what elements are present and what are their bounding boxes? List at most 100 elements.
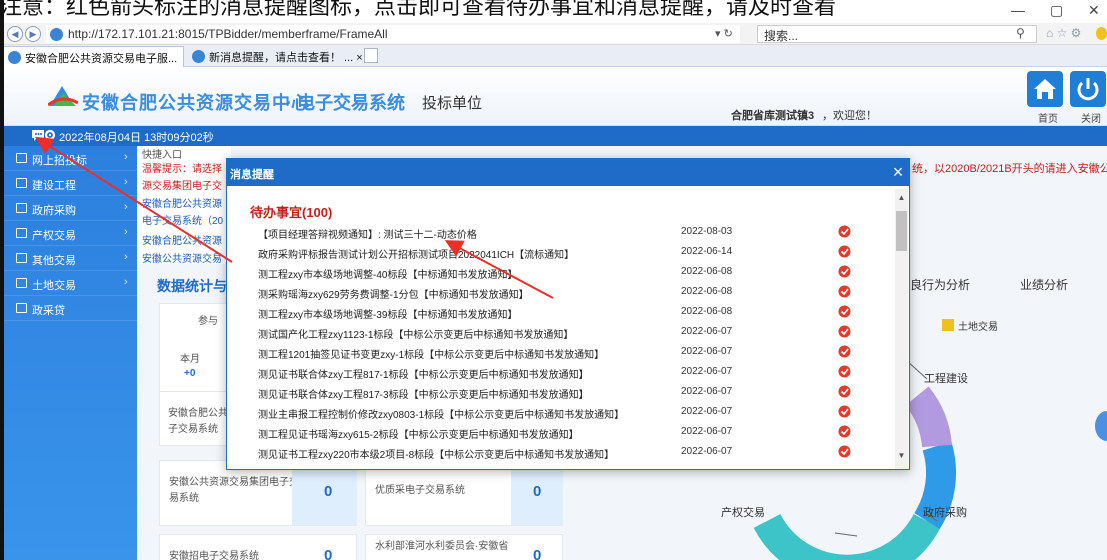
new-tab-button[interactable] (364, 48, 378, 63)
red-check-icon (838, 405, 851, 418)
todo-date: 2022-06-07 (681, 426, 733, 437)
chevron-right-icon: › (124, 176, 128, 188)
sidebar-item-construction[interactable]: 建设工程 › (4, 171, 137, 196)
red-check-icon (838, 445, 851, 458)
quick-link[interactable]: 安徽合肥公共资源 (142, 195, 222, 210)
dialog-scrollbar[interactable]: ▲ ▼ (895, 189, 908, 469)
system-card-hefei[interactable]: 安徽合肥公共 子交易系统 (159, 391, 229, 446)
dialog-header: 消息提醒 × (227, 159, 909, 186)
tab-bad-behavior-analysis[interactable]: 良行为分析 (910, 276, 970, 293)
minimize-button[interactable]: — (1011, 2, 1025, 18)
system-card-bottom[interactable]: 安徽招电子交易系统 0 (159, 534, 357, 560)
card-group-value: 0 (324, 483, 333, 500)
legend-label-land: 土地交易 (958, 322, 998, 333)
list-item[interactable]: 测工程1201抽签见证书变更zxy-1标段【中标公示变更后中标通知书发放通知】 … (227, 343, 895, 363)
sidebar-item-land[interactable]: 土地交易 › (4, 271, 137, 296)
home-button[interactable] (1027, 71, 1063, 107)
maximize-button[interactable]: ▢ (1050, 2, 1063, 19)
sidebar-item-label: 政府采购 (32, 205, 76, 217)
forward-arrow-icon[interactable]: ▶ (25, 26, 41, 42)
red-check-icon (838, 265, 851, 278)
notice-line: 源交易集团电子交 (142, 181, 222, 192)
scrollbar-thumb[interactable] (896, 211, 907, 251)
list-item[interactable]: 测业主串报工程控制价修改zxy0803-1标段【中标公示变更后中标通知书发放通知… (227, 403, 895, 423)
logo-icon (48, 86, 78, 107)
todo-title[interactable]: 测工程见证书瑶海zxy615-2标段【中标公示变更后中标通知书发放通知】 (258, 426, 579, 441)
power-button[interactable] (1070, 71, 1106, 107)
scroll-down-icon[interactable]: ▼ (895, 451, 908, 460)
notice-text-right: 统，以2020B/2021B开头的请进入安徽公共资 (912, 163, 1107, 175)
tab-performance-analysis[interactable]: 业绩分析 (1020, 276, 1068, 293)
folder-icon (16, 178, 27, 188)
url-text: http://172.17.101.21:8015/TPBidder/membe… (68, 27, 388, 41)
back-arrow-icon[interactable]: ◀ (7, 26, 23, 42)
todo-heading: 待办事宜(100) (250, 205, 333, 220)
system-card-huaihe[interactable]: 水利部淮河水利委员会·安徽省 0 (365, 534, 563, 560)
chat-bubble-icon[interactable] (31, 129, 45, 142)
list-item[interactable]: 测见证书联合体zxy工程817-3标段【中标公示变更后中标通知书发放通知】 20… (227, 383, 895, 403)
list-item[interactable]: 测见证书联合体zxy工程817-1标段【中标公示变更后中标通知书发放通知】 20… (227, 363, 895, 383)
card-bottom-value: 0 (324, 547, 333, 560)
list-item[interactable]: 【项目经理答辩视频通知】: 测试三十二-动态价格 2022-08-03 (227, 223, 895, 243)
todo-title[interactable]: 测试国产化工程zxy1123-1标段【中标公示变更后中标通知书发放通知】 (258, 326, 573, 341)
todo-title[interactable]: 测工程1201抽签见证书变更zxy-1标段【中标公示变更后中标通知书发放通知】 (258, 346, 604, 361)
status-bar: 2022年08月04日 13时09分02秒 (4, 126, 1107, 146)
folder-icon (16, 203, 27, 213)
smiley-icon[interactable] (1096, 27, 1107, 40)
todo-date: 2022-06-14 (681, 246, 733, 257)
sidebar-item-loan[interactable]: 政采贷 (4, 296, 137, 321)
close-label: 关闭 (1081, 114, 1101, 125)
tab-label: 新消息提醒，请点击查看！ ... × (209, 52, 363, 64)
todo-title[interactable]: 测工程zxy市本级场地调整-39标段【中标通知书发放通知】 (258, 306, 517, 321)
chevron-right-icon: › (124, 151, 128, 163)
quick-link[interactable]: 安徽公共资源交易 (142, 250, 222, 265)
sidebar-item-other[interactable]: 其他交易 › (4, 246, 137, 271)
sidebar-item-label: 网上招投标 (32, 155, 87, 167)
list-item[interactable]: 测工程zxy市本级场地调整-40标段【中标通知书发放通知】 2022-06-08 (227, 263, 895, 283)
todo-title[interactable]: 测采购瑶海zxy629劳务费调整-1分包【中标通知书发放通知】 (258, 286, 529, 301)
legend-swatch-land (942, 319, 954, 331)
gear-icon[interactable] (44, 129, 56, 141)
list-item[interactable]: 测工程zxy市本级场地调整-39标段【中标通知书发放通知】 2022-06-08 (227, 303, 895, 323)
red-check-icon (838, 285, 851, 298)
red-check-icon (838, 425, 851, 438)
quick-link[interactable]: 电子交易系统（20 (142, 212, 223, 227)
dialog-close-button[interactable]: × (888, 161, 908, 183)
todo-title[interactable]: 测见证书联合体zxy工程817-1标段【中标公示变更后中标通知书发放通知】 (258, 366, 589, 381)
home-star-gear-icons[interactable]: ⌂ ☆ ⚙ (1046, 26, 1081, 40)
list-item[interactable]: 测工程见证书瑶海zxy615-2标段【中标公示变更后中标通知书发放通知】 202… (227, 423, 895, 443)
dialog-title: 消息提醒 (230, 169, 274, 181)
red-check-icon (838, 365, 851, 378)
home-icon (1034, 79, 1056, 99)
card-group-line2: 易系统 (169, 493, 199, 504)
sidebar-item-online-bidding[interactable]: 网上招投标 › (4, 146, 137, 171)
search-input[interactable]: 搜索... ⚲ (757, 25, 1037, 43)
todo-title[interactable]: 【项目经理答辩视频通知】: 测试三十二-动态价格 (258, 226, 477, 241)
window-close-button[interactable]: ✕ (1088, 2, 1100, 19)
todo-title[interactable]: 测见证书联合体zxy工程817-3标段【中标公示变更后中标通知书发放通知】 (258, 386, 589, 401)
tab-trading-service[interactable]: 安徽合肥公共资源交易电子服... (2, 46, 184, 67)
donut-segment-property (753, 513, 941, 560)
scroll-up-icon[interactable]: ▲ (895, 193, 908, 202)
list-item[interactable]: 政府采购评标报告测试计划公开招标测试项目2022041ICH【流标通知】 202… (227, 243, 895, 263)
todo-title[interactable]: 政府采购评标报告测试计划公开招标测试项目2022041ICH【流标通知】 (258, 246, 574, 261)
todo-title[interactable]: 测见证书工程zxy220市本级2项目-8标段【中标公示变更后中标通知书发放通知】 (258, 446, 614, 461)
quick-link[interactable]: 安徽合肥公共资源 (142, 232, 222, 247)
todo-title[interactable]: 测业主串报工程控制价修改zxy0803-1标段【中标公示变更后中标通知书发放通知… (258, 406, 624, 421)
todo-date: 2022-06-08 (681, 286, 733, 297)
refresh-icon[interactable]: ▾ ↻ (715, 27, 733, 40)
address-bar-row: ◀ ▶ http://172.17.101.21:8015/TPBidder/m… (0, 23, 1107, 45)
sidebar-item-property[interactable]: 产权交易 › (4, 221, 137, 246)
tab-new-message[interactable]: 新消息提醒，请点击查看！ ... × (187, 46, 363, 67)
todo-title[interactable]: 测工程zxy市本级场地调整-40标段【中标通知书发放通知】 (258, 266, 517, 281)
folder-icon (16, 253, 27, 263)
scroll-top-button[interactable] (1095, 411, 1107, 441)
todo-date: 2022-06-07 (681, 366, 733, 377)
url-input[interactable]: http://172.17.101.21:8015/TPBidder/membe… (46, 25, 740, 43)
sidebar-item-label: 产权交易 (32, 230, 76, 242)
search-icon[interactable]: ⚲ (1016, 26, 1025, 40)
list-item[interactable]: 测见证书工程zxy220市本级2项目-8标段【中标公示变更后中标通知书发放通知】… (227, 443, 895, 463)
sidebar-item-procurement[interactable]: 政府采购 › (4, 196, 137, 221)
list-item[interactable]: 测采购瑶海zxy629劳务费调整-1分包【中标通知书发放通知】 2022-06-… (227, 283, 895, 303)
list-item[interactable]: 测试国产化工程zxy1123-1标段【中标公示变更后中标通知书发放通知】 202… (227, 323, 895, 343)
